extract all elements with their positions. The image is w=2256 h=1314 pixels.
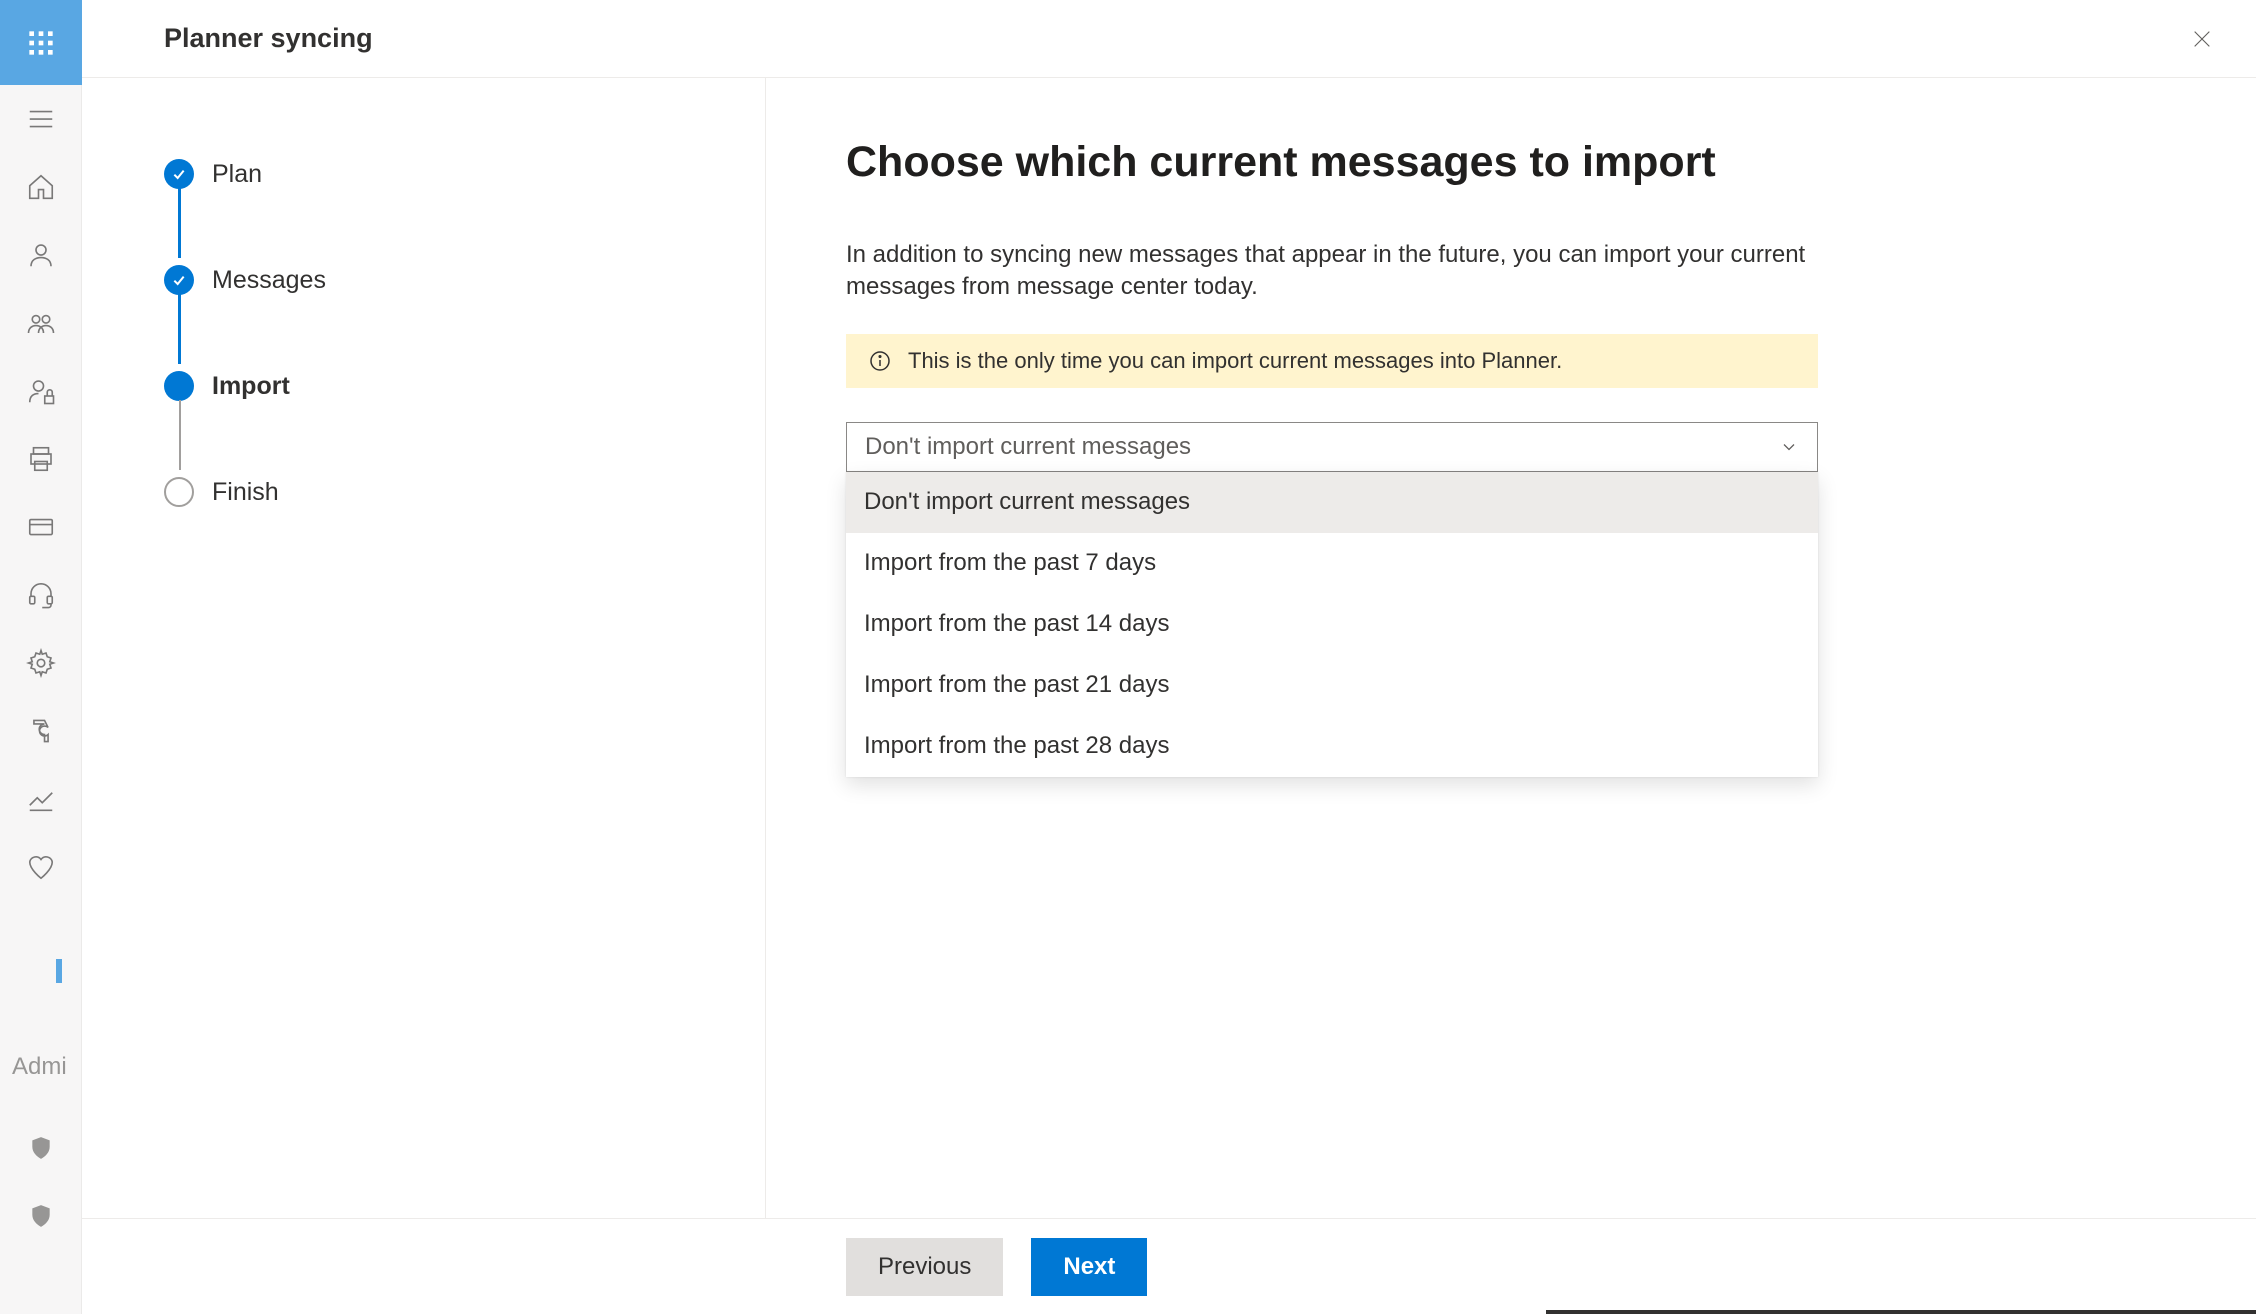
shield-icon (28, 1135, 54, 1161)
dialog-content: Choose which current messages to import … (766, 78, 2256, 1218)
dialog-body: Plan Messages Import Finish Cho (82, 78, 2256, 1218)
check-icon (171, 272, 187, 288)
gear-icon (26, 648, 56, 678)
step-finish[interactable]: Finish (164, 474, 765, 510)
callout-text: This is the only time you can import cur… (908, 348, 1562, 374)
next-button[interactable]: Next (1031, 1238, 1147, 1296)
dropdown-selected-value: Don't import current messages (865, 433, 1191, 461)
step-label: Plan (212, 160, 262, 189)
import-dropdown-wrap: Don't import current messages Don't impo… (846, 422, 1818, 472)
info-icon (868, 349, 892, 373)
check-icon (171, 166, 187, 182)
nav-resources[interactable] (0, 425, 82, 493)
nav-setup[interactable] (0, 697, 82, 765)
step-plan[interactable]: Plan (164, 156, 765, 192)
nav-users[interactable] (0, 221, 82, 289)
step-connector (179, 400, 181, 470)
step-label: Import (212, 372, 290, 401)
chart-icon (26, 784, 56, 814)
info-callout: This is the only time you can import cur… (846, 334, 1818, 388)
printer-icon (26, 444, 56, 474)
nav-support[interactable] (0, 561, 82, 629)
nav-active-indicator (56, 959, 62, 983)
hamburger-icon (26, 104, 56, 134)
chevron-down-icon (1779, 437, 1799, 457)
dropdown-listbox: Don't import current messages Import fro… (846, 472, 1818, 777)
dropdown-option[interactable]: Import from the past 21 days (846, 655, 1818, 716)
dropdown-option[interactable]: Import from the past 28 days (846, 716, 1818, 777)
wrench-icon (26, 716, 56, 746)
home-icon (26, 172, 56, 202)
planner-syncing-dialog: Planner syncing Plan Messages (82, 0, 2256, 1314)
step-dot-completed (164, 265, 194, 295)
dialog-header: Planner syncing (82, 0, 2256, 78)
close-icon (2191, 28, 2213, 50)
step-dot-pending (164, 477, 194, 507)
dialog-footer: Previous Next (82, 1218, 2256, 1314)
dropdown-option[interactable]: Import from the past 14 days (846, 594, 1818, 655)
step-dot-completed (164, 159, 194, 189)
step-connector (178, 188, 181, 258)
nav-billing[interactable] (0, 493, 82, 561)
nav-home[interactable] (0, 153, 82, 221)
wizard-stepper: Plan Messages Import Finish (82, 78, 766, 1218)
nav-reports[interactable] (0, 765, 82, 833)
step-messages[interactable]: Messages (164, 262, 765, 298)
person-icon (26, 240, 56, 270)
bottom-edge-bar (1546, 1310, 2256, 1314)
shield-icon (28, 1203, 54, 1229)
card-icon (26, 512, 56, 542)
nav-rail: Admi (0, 0, 82, 1314)
step-dot-current (164, 371, 194, 401)
page-description: In addition to syncing new messages that… (846, 239, 1816, 304)
nav-settings[interactable] (0, 629, 82, 697)
headset-icon (26, 580, 56, 610)
dropdown-option[interactable]: Import from the past 7 days (846, 533, 1818, 594)
nav-teams[interactable] (0, 289, 82, 357)
step-import[interactable]: Import (164, 368, 765, 404)
person-lock-icon (26, 376, 56, 406)
heart-icon (26, 852, 56, 882)
dropdown-option[interactable]: Don't import current messages (846, 472, 1818, 533)
close-button[interactable] (2180, 17, 2224, 61)
nav-menu-toggle[interactable] (0, 85, 82, 153)
app-launcher-button[interactable] (0, 0, 82, 85)
import-dropdown[interactable]: Don't import current messages (846, 422, 1818, 472)
dialog-title: Planner syncing (164, 23, 373, 54)
step-label: Messages (212, 266, 326, 295)
step-label: Finish (212, 478, 279, 507)
waffle-icon (27, 29, 55, 57)
nav-roles[interactable] (0, 357, 82, 425)
nav-health[interactable] (0, 833, 82, 901)
people-icon (26, 308, 56, 338)
page-heading: Choose which current messages to import (846, 138, 2176, 187)
previous-button[interactable]: Previous (846, 1238, 1003, 1296)
nav-security[interactable] (0, 1118, 82, 1178)
nav-compliance[interactable] (0, 1186, 82, 1246)
nav-admin-label: Admi (12, 1053, 67, 1081)
step-connector (178, 294, 181, 364)
